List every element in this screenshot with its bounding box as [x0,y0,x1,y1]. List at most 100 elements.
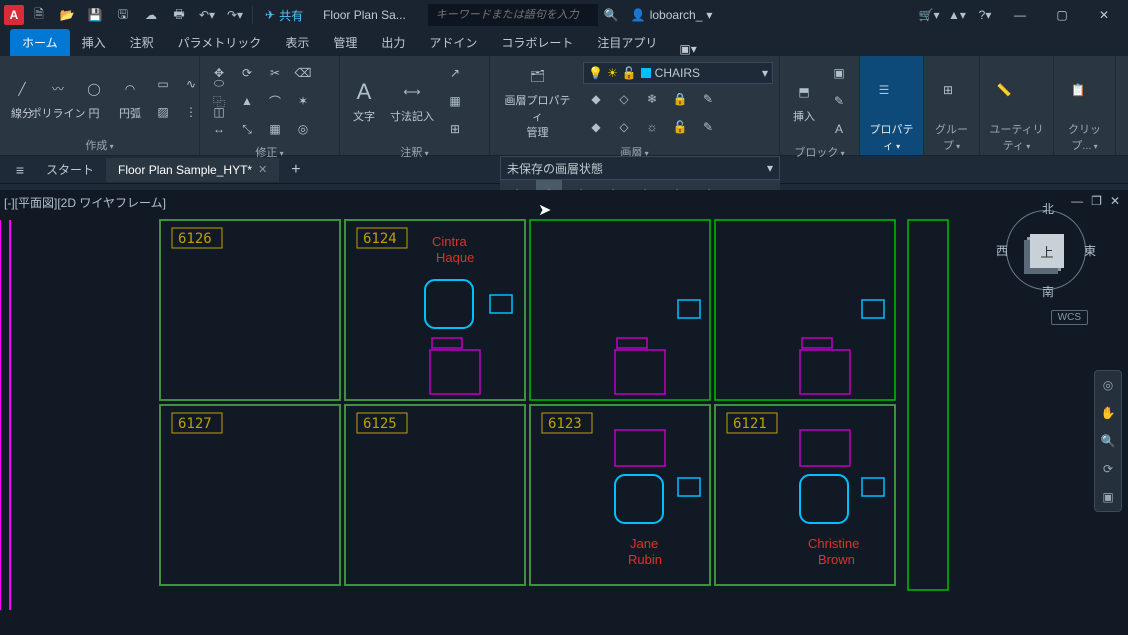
open-icon[interactable]: 📂 [54,2,80,28]
mirror-icon[interactable]: ▲ [234,88,260,114]
doc-tab-file[interactable]: Floor Plan Sample_HYT* ✕ [106,158,279,182]
tab-insert[interactable]: 挿入 [70,29,118,56]
stretch-icon[interactable]: ↔ [206,116,232,142]
saveas-icon[interactable]: 🖫 [110,2,136,28]
layer-on2-icon[interactable]: ◆ [583,114,609,140]
arc-button[interactable]: ◠円弧 [114,73,146,123]
mtext-icon[interactable]: ⊞ [442,116,468,142]
new-icon[interactable]: 🗎 [26,2,52,28]
circle-button[interactable]: ◯円 [78,73,110,123]
fillet-icon[interactable]: ⌒ [262,88,288,114]
panel-title-group[interactable]: グループ [930,119,973,155]
rotate-icon[interactable]: ⟳ [234,60,260,86]
viewcube-north[interactable]: 北 [1042,200,1054,217]
autodesk-icon[interactable]: ▲▾ [944,2,970,28]
scale-icon[interactable]: ⤡ [234,116,260,142]
nav-showmotion-icon[interactable]: ▣ [1098,487,1118,507]
layer-iso-icon[interactable]: ◇ [611,86,637,112]
cart-icon[interactable]: 🛒▾ [916,2,942,28]
viewcube-south[interactable]: 南 [1042,283,1054,300]
layer-combo[interactable]: 💡 ☀ 🔓 CHAIRS ▾ [583,62,773,84]
viewcube-west[interactable]: 西 [996,242,1008,259]
insert-button[interactable]: ⬒挿入 [786,76,822,126]
tab-manage[interactable]: 管理 [321,29,369,56]
close-button[interactable]: ✕ [1084,0,1124,30]
doc-tab-start[interactable]: スタート [34,156,106,183]
layer-match-icon[interactable]: ✎ [695,86,721,112]
user-menu[interactable]: 👤 loboarch_ ▾ [631,8,713,22]
nav-orbit-icon[interactable]: ⟳ [1098,459,1118,479]
panel-title-block[interactable]: ブロック [786,142,853,162]
nav-pan-icon[interactable]: ✋ [1098,403,1118,423]
hatch-icon[interactable]: ▨ [150,99,176,125]
viewcube[interactable]: 上 北 南 東 西 [996,200,1096,300]
attr-icon[interactable]: A [826,116,852,142]
panel-title-props[interactable]: プロパティ [866,119,917,155]
tab-annotate[interactable]: 注釈 [118,29,166,56]
viewcube-east[interactable]: 東 [1084,242,1096,259]
tab-collab[interactable]: コラボレート [489,29,585,56]
close-tab-icon[interactable]: ✕ [258,163,267,176]
tab-view[interactable]: 表示 [273,29,321,56]
tab-featured[interactable]: 注目アプリ [585,29,669,56]
rect-icon[interactable]: ▭ [150,71,176,97]
nav-zoom-icon[interactable]: 🔍 [1098,431,1118,451]
vp-close-icon[interactable]: ✕ [1110,194,1120,208]
tab-parametric[interactable]: パラメトリック [166,29,274,56]
ribbon-overflow-icon[interactable]: ▣▾ [679,42,696,56]
layer-unlock-icon[interactable]: 🔓 [667,114,693,140]
text-button[interactable]: A文字 [346,76,382,126]
layer-off-icon[interactable]: ◆ [583,86,609,112]
minimize-button[interactable]: — [1000,0,1040,30]
table-icon[interactable]: ▦ [442,88,468,114]
viewcube-top[interactable]: 上 [1030,234,1064,268]
dim-button[interactable]: ⟷寸法記入 [386,76,438,126]
layer-lock2-icon[interactable]: 🔒 [667,86,693,112]
panel-title-util[interactable]: ユーティリティ [986,119,1047,155]
maximize-button[interactable]: ▢ [1042,0,1082,30]
offset-icon[interactable]: ◎ [290,116,316,142]
drawing-canvas[interactable]: [-][平面図][2D ワイヤフレーム] — ❐ ✕ 6126 6124 Cin… [0,190,1128,635]
save-icon[interactable]: 💾 [82,2,108,28]
tab-output[interactable]: 出力 [369,29,417,56]
move-icon[interactable]: ✥ [206,60,232,86]
layer-properties-button[interactable]: 🗂画層プロパティ 管理 [496,60,579,142]
app-icon[interactable]: A [4,5,24,25]
group-button[interactable]: ⊞ [930,74,966,106]
web-open-icon[interactable]: ☁ [138,2,164,28]
polyline-button[interactable]: 〰ポリライン [42,73,74,123]
copy-icon[interactable]: ⿻ [206,88,232,114]
search-icon[interactable]: 🔍 [604,8,619,22]
create-block-icon[interactable]: ▣ [826,60,852,86]
tab-addin[interactable]: アドイン [417,29,489,56]
plot-icon[interactable]: 🖶 [166,2,192,28]
share-button[interactable]: ✈ 共有 [257,2,311,28]
help-icon[interactable]: ?▾ [972,2,998,28]
trim-icon[interactable]: ✂ [262,60,288,86]
nav-wheel-icon[interactable]: ◎ [1098,375,1118,395]
util-button[interactable]: 📏 [986,74,1022,106]
layer-state-combo[interactable]: 未保存の画層状態 ▾ [500,156,780,180]
paste-button[interactable]: 📋 [1060,74,1096,106]
layer-uniso-icon[interactable]: ◇ [611,114,637,140]
undo-icon[interactable]: ↶▾ [194,2,220,28]
explode-icon[interactable]: ✶ [290,88,316,114]
array-icon[interactable]: ▦ [262,116,288,142]
layer-freeze2-icon[interactable]: ❄ [639,86,665,112]
search-input[interactable] [428,4,598,26]
new-tab-button[interactable]: + [279,157,312,183]
erase-icon[interactable]: ⌫ [290,60,316,86]
redo-icon[interactable]: ↷▾ [222,2,248,28]
panel-title-annot[interactable]: 注釈 [346,142,483,162]
layer-change-icon[interactable]: ✎ [695,114,721,140]
properties-button[interactable]: ☰ [866,74,902,106]
panel-title-create[interactable]: 作成 [6,135,193,155]
panel-title-clip[interactable]: クリップ... [1060,119,1109,155]
tab-home[interactable]: ホーム [10,29,70,56]
viewport-label[interactable]: [-][平面図][2D ワイヤフレーム] [4,194,166,211]
edit-block-icon[interactable]: ✎ [826,88,852,114]
wcs-button[interactable]: WCS [1051,310,1088,325]
leader-icon[interactable]: ↗ [442,60,468,86]
layer-thaw-icon[interactable]: ☼ [639,114,665,140]
hamburger-icon[interactable]: ≡ [6,162,34,178]
